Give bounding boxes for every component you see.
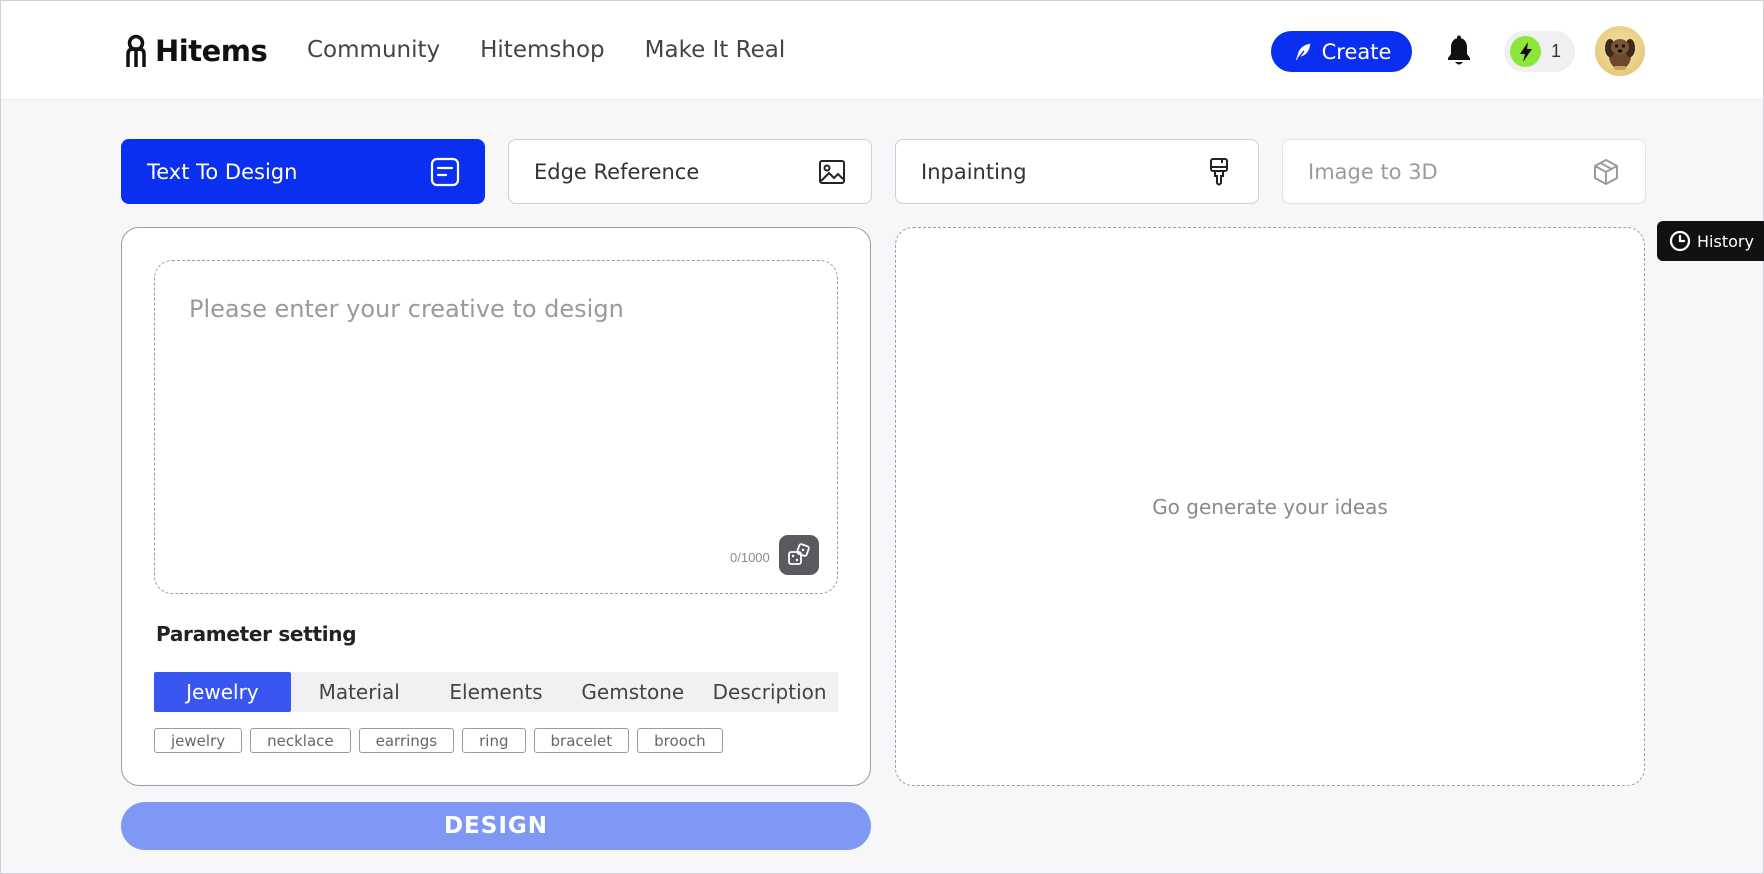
prompt-input[interactable] (189, 295, 799, 525)
tab-image-to-3d[interactable]: Image to 3D (1282, 139, 1646, 204)
history-button[interactable]: History (1657, 221, 1764, 261)
nav-community[interactable]: Community (307, 37, 440, 63)
result-panel: Go generate your ideas (895, 227, 1645, 786)
design-input-panel: 0/1000 Parameter setting Jewelry Materia… (121, 227, 871, 786)
param-tab-jewelry[interactable]: Jewelry (154, 672, 291, 712)
dice-icon (788, 543, 810, 565)
app-window: Hitems Community Hitemshop Make It Real … (0, 0, 1764, 874)
tab-label: Text To Design (147, 159, 298, 184)
chip-ring[interactable]: ring (462, 728, 526, 753)
feather-icon (1295, 43, 1310, 60)
credits-count: 1 (1551, 41, 1562, 61)
param-tab-elements[interactable]: Elements (428, 672, 565, 712)
nav-hitemshop[interactable]: Hitemshop (480, 37, 605, 63)
main-nav: Community Hitemshop Make It Real (307, 37, 785, 63)
credits-badge[interactable]: 1 (1504, 31, 1575, 72)
bolt-icon (1510, 36, 1541, 67)
char-count: 0/1000 (730, 550, 770, 565)
logo-mark-icon (126, 34, 146, 67)
tab-label: Inpainting (921, 159, 1027, 184)
create-button[interactable]: Create (1271, 31, 1412, 72)
chip-necklace[interactable]: necklace (250, 728, 351, 753)
chip-earrings[interactable]: earrings (358, 728, 455, 753)
tab-inpainting[interactable]: Inpainting (895, 139, 1259, 204)
bell-icon[interactable] (1445, 35, 1473, 67)
param-tab-material[interactable]: Material (291, 672, 428, 712)
param-tab-gemstone[interactable]: Gemstone (564, 672, 701, 712)
avatar[interactable] (1595, 26, 1645, 76)
result-placeholder: Go generate your ideas (1152, 494, 1388, 519)
clock-icon (1669, 230, 1691, 252)
tab-label: Image to 3D (1308, 159, 1438, 184)
chip-brooch[interactable]: brooch (637, 728, 723, 753)
param-tab-description[interactable]: Description (701, 672, 838, 712)
tab-text-to-design[interactable]: Text To Design (121, 139, 485, 204)
top-header: Hitems Community Hitemshop Make It Real … (1, 1, 1763, 100)
logo[interactable]: Hitems (121, 33, 268, 69)
tab-edge-reference[interactable]: Edge Reference (508, 139, 872, 204)
history-label: History (1697, 231, 1754, 251)
cube-icon (1594, 158, 1618, 185)
parameter-tabs: Jewelry Material Elements Gemstone Descr… (154, 672, 838, 712)
text-doc-icon (430, 157, 460, 186)
chip-jewelry[interactable]: jewelry (154, 728, 243, 753)
dog-avatar-icon (1605, 39, 1635, 70)
jewelry-chips: jewelry necklace earrings ring bracelet … (154, 728, 723, 753)
create-button-label: Create (1321, 39, 1392, 64)
nav-make-it-real[interactable]: Make It Real (645, 37, 786, 63)
paint-brush-icon (1210, 157, 1228, 185)
random-prompt-button[interactable] (779, 535, 819, 575)
logo-text: Hitems (155, 34, 268, 68)
design-button[interactable]: DESIGN (121, 802, 871, 850)
tab-label: Edge Reference (534, 159, 700, 184)
parameter-setting-title: Parameter setting (156, 622, 357, 646)
image-icon (819, 159, 845, 184)
chip-bracelet[interactable]: bracelet (533, 728, 630, 753)
prompt-box: 0/1000 (154, 260, 838, 594)
